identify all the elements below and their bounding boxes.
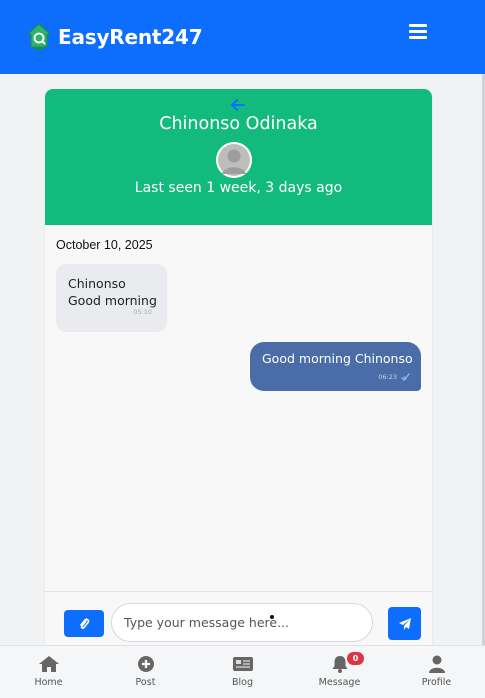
arrow-left-icon[interactable]: [231, 99, 245, 111]
avatar[interactable]: [216, 142, 252, 178]
top-navbar: EasyRent247: [0, 0, 485, 74]
message-input[interactable]: [111, 603, 373, 642]
user-icon: [428, 655, 445, 673]
nav-label: Profile: [421, 677, 452, 688]
plus-circle-icon: [137, 656, 154, 672]
double-check-icon: [401, 373, 410, 381]
nav-item-profile[interactable]: Profile: [388, 646, 485, 698]
nav-item-message[interactable]: 0 Message: [291, 646, 388, 698]
paperclip-icon: [80, 617, 90, 629]
nav-label: Blog: [232, 677, 253, 688]
mouse-cursor: [270, 615, 274, 619]
brand[interactable]: EasyRent247: [27, 23, 203, 51]
chat-header: Chinonso Odinaka Last seen 1 week, 3 day…: [45, 89, 432, 225]
message-line: Chinonso: [68, 276, 126, 291]
house-search-icon: [27, 23, 51, 50]
last-seen-status: Last seen 1 week, 3 days ago: [134, 180, 343, 196]
nav-item-home[interactable]: Home: [0, 646, 97, 698]
message-time: 05:10: [133, 308, 152, 316]
nav-label: Post: [135, 677, 156, 688]
chat-card: Chinonso Odinaka Last seen 1 week, 3 day…: [45, 89, 432, 655]
message-time: 06:23: [378, 373, 397, 381]
message-line: Good morning: [68, 293, 157, 308]
user-avatar-placeholder-icon: [216, 142, 252, 178]
paper-plane-icon: [398, 617, 411, 630]
attach-button[interactable]: [64, 610, 104, 637]
nav-label: Home: [34, 677, 63, 688]
nav-label: Message: [318, 677, 361, 688]
nav-item-blog[interactable]: Blog: [194, 646, 291, 698]
bottom-nav: Home Post Blog 0 Message Profile: [0, 645, 485, 698]
notification-badge: 0: [347, 652, 364, 665]
send-button[interactable]: [388, 607, 421, 640]
nav-item-post[interactable]: Post: [97, 646, 194, 698]
home-icon: [38, 656, 59, 672]
hamburger-icon[interactable]: [409, 24, 427, 39]
outgoing-message: Good morning Chinonso 06:23: [250, 342, 421, 391]
incoming-message: Chinonso Good morning 05:10: [56, 264, 167, 332]
chat-date: October 10, 2025: [56, 238, 153, 252]
brand-name: EasyRent247: [58, 25, 203, 49]
message-text: Good morning Chinonso: [262, 351, 413, 366]
newspaper-icon: [232, 657, 253, 671]
contact-name: Chinonso Odinaka: [159, 114, 318, 134]
